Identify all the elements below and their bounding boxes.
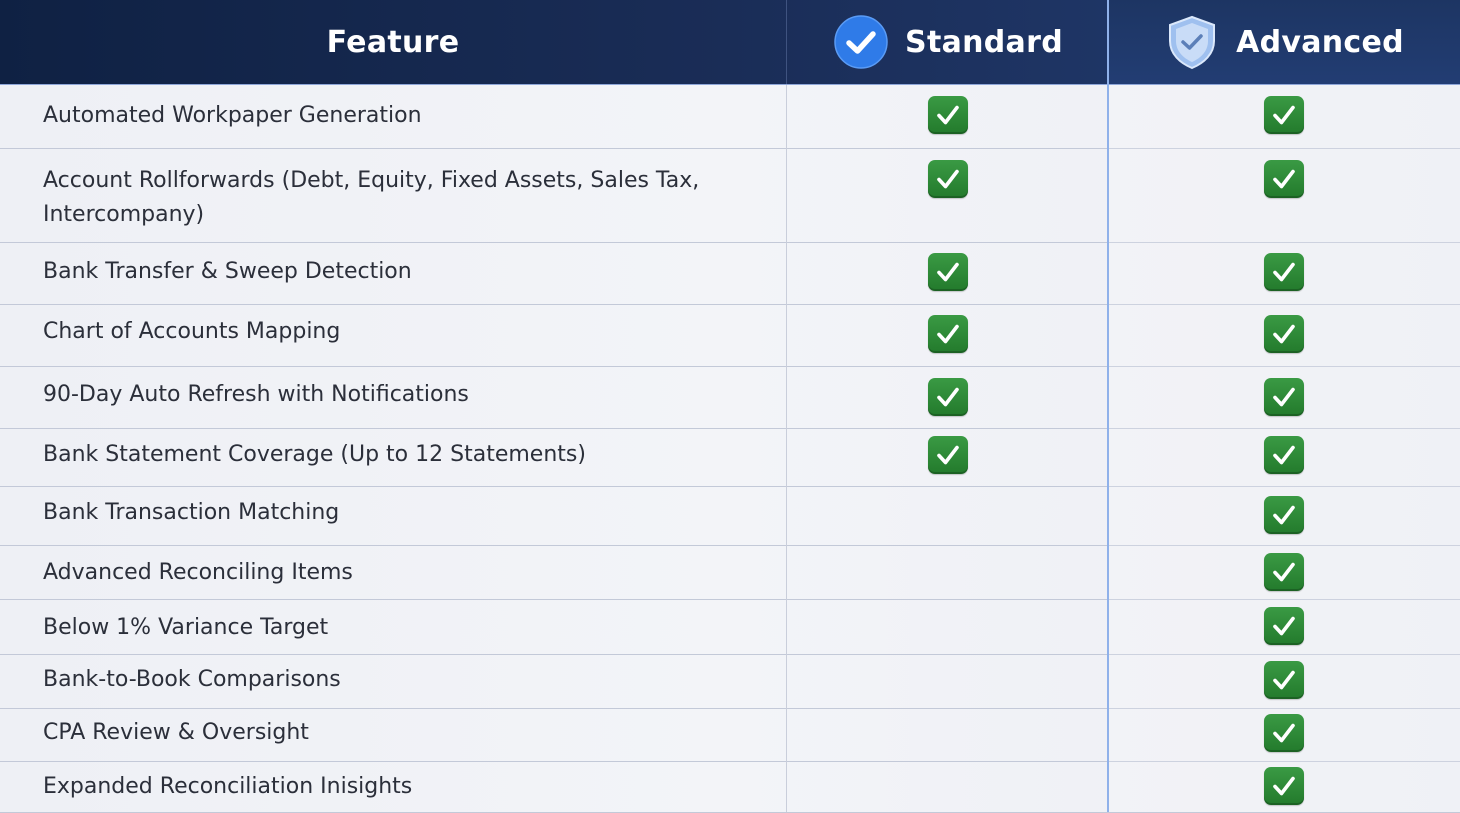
standard-cell bbox=[786, 148, 1108, 242]
column-header-advanced: Advanced bbox=[1108, 0, 1460, 84]
green-checkmark-icon bbox=[1264, 607, 1304, 645]
advanced-cell bbox=[1108, 545, 1460, 599]
table-row: Bank Transfer & Sweep Detection bbox=[0, 242, 1460, 305]
feature-comparison-table: Feature Standard Advanced Automated Work… bbox=[0, 0, 1460, 813]
advanced-cell bbox=[1108, 486, 1460, 545]
standard-cell bbox=[786, 545, 1108, 599]
table-row: Expanded Reconciliation Inisights bbox=[0, 761, 1460, 813]
standard-cell bbox=[786, 486, 1108, 545]
feature-name: Automated Workpaper Generation bbox=[43, 103, 422, 128]
table-row: Automated Workpaper Generation bbox=[0, 85, 1460, 149]
green-checkmark-icon bbox=[927, 253, 968, 291]
blue-check-circle-icon bbox=[833, 14, 889, 70]
green-checkmark-icon bbox=[927, 96, 968, 134]
table-row: CPA Review & Oversight bbox=[0, 708, 1460, 762]
column-header-standard: Standard bbox=[786, 0, 1109, 84]
feature-name: 90-Day Auto Refresh with Notifications bbox=[43, 382, 469, 407]
advanced-cell bbox=[1108, 366, 1460, 428]
green-checkmark-icon bbox=[1264, 496, 1304, 534]
column-header-feature: Feature bbox=[0, 0, 786, 84]
advanced-cell bbox=[1108, 85, 1460, 148]
green-checkmark-icon bbox=[1264, 553, 1304, 591]
feature-name: CPA Review & Oversight bbox=[43, 720, 309, 745]
green-checkmark-icon bbox=[1264, 315, 1304, 353]
feature-name: Bank-to-Book Comparisons bbox=[43, 667, 341, 692]
table-row: Bank Statement Coverage (Up to 12 Statem… bbox=[0, 428, 1460, 487]
standard-cell bbox=[786, 366, 1108, 428]
table-row: Advanced Reconciling Items bbox=[0, 545, 1460, 600]
feature-name: Chart of Accounts Mapping bbox=[43, 319, 341, 344]
table-row: Chart of Accounts Mapping bbox=[0, 304, 1460, 367]
advanced-cell bbox=[1108, 304, 1460, 366]
standard-cell bbox=[786, 85, 1108, 148]
green-checkmark-icon bbox=[1264, 767, 1304, 805]
advanced-cell bbox=[1108, 708, 1460, 761]
table-row: Bank Transaction Matching bbox=[0, 486, 1460, 546]
green-checkmark-icon bbox=[1264, 96, 1304, 134]
standard-cell bbox=[786, 761, 1108, 812]
standard-cell bbox=[786, 708, 1108, 761]
feature-name: Bank Transfer & Sweep Detection bbox=[43, 259, 412, 284]
green-checkmark-icon bbox=[927, 160, 968, 198]
standard-cell bbox=[786, 242, 1108, 304]
feature-name: Bank Statement Coverage (Up to 12 Statem… bbox=[43, 442, 586, 467]
green-checkmark-icon bbox=[927, 436, 968, 474]
standard-cell bbox=[786, 599, 1108, 654]
table-header: Feature Standard Advanced bbox=[0, 0, 1460, 85]
feature-name: Account Rollforwards (Debt, Equity, Fixe… bbox=[43, 168, 700, 227]
green-checkmark-icon bbox=[1264, 436, 1304, 474]
standard-cell bbox=[786, 428, 1108, 486]
standard-header-label: Standard bbox=[905, 24, 1063, 60]
advanced-column-divider bbox=[1107, 0, 1109, 812]
green-checkmark-icon bbox=[1264, 714, 1304, 752]
standard-cell bbox=[786, 654, 1108, 708]
green-checkmark-icon bbox=[927, 378, 968, 416]
feature-name: Expanded Reconciliation Inisights bbox=[43, 774, 413, 799]
feature-name: Below 1% Variance Target bbox=[43, 615, 329, 640]
green-checkmark-icon bbox=[1264, 661, 1304, 699]
table-row: Account Rollforwards (Debt, Equity, Fixe… bbox=[0, 148, 1460, 243]
advanced-cell bbox=[1108, 761, 1460, 812]
feature-header-label: Feature bbox=[326, 24, 460, 60]
advanced-cell bbox=[1108, 148, 1460, 242]
green-checkmark-icon bbox=[1264, 160, 1304, 198]
standard-cell bbox=[786, 304, 1108, 366]
shield-check-icon bbox=[1164, 14, 1220, 70]
table-row: Below 1% Variance Target bbox=[0, 599, 1460, 655]
advanced-cell bbox=[1108, 599, 1460, 654]
feature-name: Advanced Reconciling Items bbox=[43, 560, 353, 585]
green-checkmark-icon bbox=[1264, 378, 1304, 416]
table-row: Bank-to-Book Comparisons bbox=[0, 654, 1460, 709]
green-checkmark-icon bbox=[927, 315, 968, 353]
table-row: 90-Day Auto Refresh with Notifications bbox=[0, 366, 1460, 429]
feature-name: Bank Transaction Matching bbox=[43, 500, 340, 525]
advanced-header-label: Advanced bbox=[1236, 24, 1404, 60]
advanced-cell bbox=[1108, 428, 1460, 486]
advanced-cell bbox=[1108, 654, 1460, 708]
green-checkmark-icon bbox=[1264, 253, 1304, 291]
advanced-cell bbox=[1108, 242, 1460, 304]
